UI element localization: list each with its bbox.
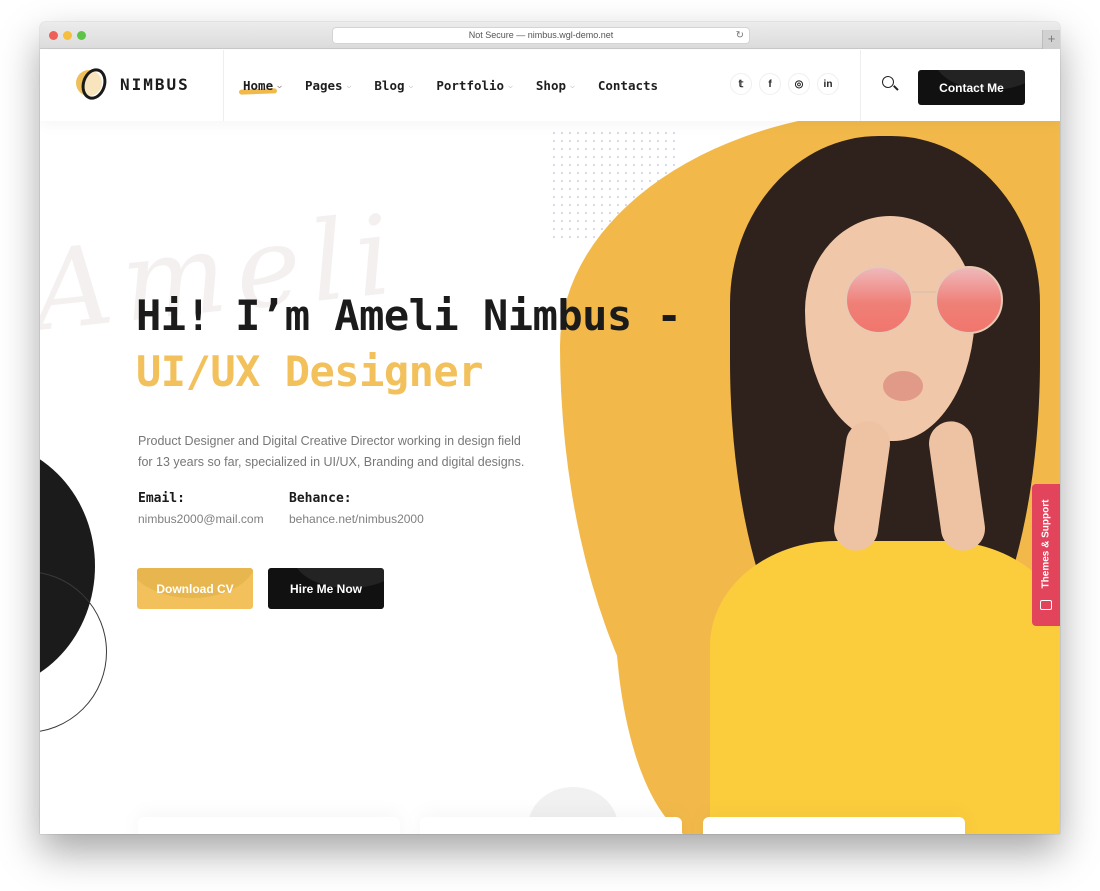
download-cv-label: Download CV: [156, 581, 234, 596]
hero-description: Product Designer and Digital Creative Di…: [138, 434, 525, 469]
behance-block: Behance: behance.net/nimbus2000: [289, 491, 424, 526]
url-text: Not Secure — nimbus.wgl-demo.net: [468, 30, 614, 40]
minimize-window-button[interactable]: [63, 31, 72, 40]
main-nav: Home ⌵ Pages ⌵ Blog ⌵ Portfolio ⌵ Shop ⌵…: [243, 50, 681, 121]
feature-card: [420, 817, 682, 834]
hero-section: Ameli Hi! I’m Ameli Nimbus - UI/UX Desig…: [40, 121, 1060, 834]
chevron-down-icon: ⌵: [570, 81, 575, 90]
nav-label: Pages: [304, 78, 343, 93]
hero-subtitle: UI/UX Designer: [136, 347, 484, 396]
support-label: Themes & Support: [1040, 499, 1052, 589]
hero-portrait-image: [690, 121, 1060, 834]
envelope-icon: [1040, 600, 1052, 610]
logo-icon: [76, 65, 111, 103]
nav-item-shop[interactable]: Shop ⌵: [536, 78, 575, 93]
address-bar[interactable]: Not Secure — nimbus.wgl-demo.net ↻: [332, 27, 750, 44]
email-block: Email: nimbus2000@mail.com: [138, 491, 264, 526]
linkedin-icon[interactable]: in: [817, 73, 839, 95]
search-icon[interactable]: [880, 74, 900, 94]
nav-label: Contacts: [597, 78, 659, 93]
instagram-icon[interactable]: ◎: [788, 73, 810, 95]
nav-item-pages[interactable]: Pages ⌵: [305, 78, 351, 93]
download-cv-button[interactable]: Download CV: [137, 568, 253, 609]
site-header: NIMBUS Home ⌵ Pages ⌵ Blog ⌵ Portfolio ⌵…: [40, 50, 1060, 121]
maximize-window-button[interactable]: [77, 31, 86, 40]
logo[interactable]: NIMBUS: [76, 65, 190, 103]
chevron-down-icon: ⌵: [508, 81, 513, 90]
nav-item-contacts[interactable]: Contacts: [598, 78, 658, 93]
nav-label: Shop: [535, 78, 567, 93]
header-divider: [860, 50, 861, 121]
twitter-icon[interactable]: 𝕥: [730, 73, 752, 95]
behance-label: Behance:: [289, 491, 352, 506]
chevron-down-icon: ⌵: [346, 81, 352, 90]
nav-item-portfolio[interactable]: Portfolio ⌵: [436, 78, 513, 93]
nav-item-blog[interactable]: Blog ⌵: [374, 78, 413, 93]
feature-card: [703, 817, 965, 834]
decorative-black-circle: [40, 441, 107, 733]
chevron-down-icon: ⌵: [277, 81, 282, 90]
header-divider: [223, 50, 224, 121]
email-label: Email:: [138, 491, 185, 506]
hire-me-button[interactable]: Hire Me Now: [268, 568, 384, 609]
hire-me-label: Hire Me Now: [289, 581, 362, 596]
behance-value[interactable]: behance.net/nimbus2000: [289, 512, 424, 526]
email-value[interactable]: nimbus2000@mail.com: [138, 512, 264, 526]
logo-text: NIMBUS: [120, 74, 190, 94]
facebook-icon[interactable]: f: [759, 73, 781, 95]
feature-card: [138, 817, 400, 834]
nav-label: Portfolio: [436, 78, 505, 93]
contact-me-button[interactable]: Contact Me: [918, 70, 1025, 105]
close-window-button[interactable]: [49, 31, 58, 40]
nav-label: Blog: [374, 78, 405, 93]
browser-titlebar: Not Secure — nimbus.wgl-demo.net ↻ +: [40, 22, 1060, 49]
contact-me-label: Contact Me: [939, 80, 1004, 95]
nav-item-home[interactable]: Home ⌵: [243, 78, 282, 93]
reload-icon[interactable]: ↻: [736, 28, 744, 43]
nav-label: Home: [243, 78, 274, 93]
themes-support-tab[interactable]: Themes & Support: [1032, 484, 1060, 626]
hero-title: Hi! I’m Ameli Nimbus -: [136, 291, 682, 340]
chevron-down-icon: ⌵: [408, 81, 414, 90]
new-tab-button[interactable]: +: [1042, 30, 1060, 49]
browser-window: Not Secure — nimbus.wgl-demo.net ↻ + NIM…: [40, 22, 1060, 834]
social-links: 𝕥 f ◎ in: [730, 73, 846, 95]
